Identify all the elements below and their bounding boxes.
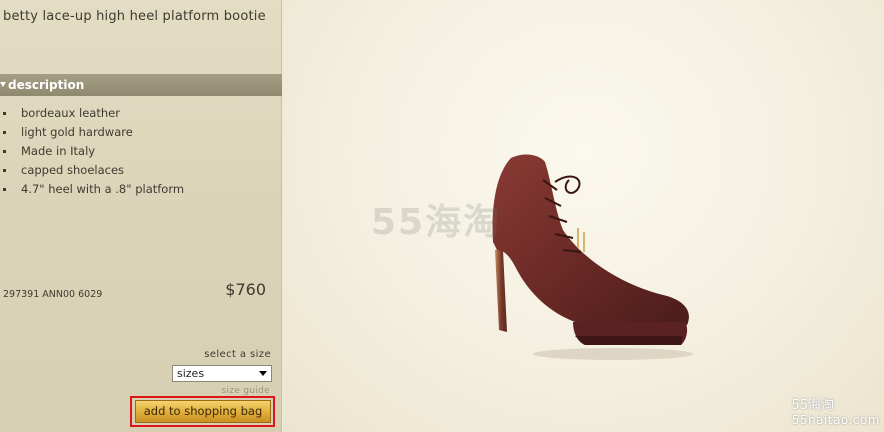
- add-to-shopping-bag-button[interactable]: add to shopping bag: [135, 400, 271, 423]
- watermark-bottom-logo: 55海淘: [791, 398, 834, 413]
- list-item: bordeaux leather: [0, 104, 184, 123]
- product-image[interactable]: [473, 150, 703, 365]
- watermark-center: 55海淘: [371, 202, 502, 243]
- bullet-icon: [3, 169, 6, 172]
- description-header-label: description: [8, 78, 85, 92]
- collapse-triangle-icon: [0, 82, 6, 87]
- bullet-icon: [3, 188, 6, 191]
- size-select-value: sizes: [177, 367, 205, 380]
- bullet-icon: [3, 131, 6, 134]
- description-header[interactable]: description: [0, 74, 282, 96]
- product-title: betty lace-up high heel platform bootie: [3, 9, 266, 24]
- product-sidebar: betty lace-up high heel platform bootie …: [0, 0, 282, 432]
- size-select[interactable]: sizes: [172, 365, 272, 382]
- bullet-icon: [3, 112, 6, 115]
- size-guide-link[interactable]: size guide: [222, 386, 270, 396]
- list-item: 4.7" heel with a .8" platform: [0, 180, 184, 199]
- dropdown-arrow-icon: [259, 371, 267, 376]
- bullet-icon: [3, 150, 6, 153]
- list-item: capped shoelaces: [0, 161, 184, 180]
- product-sku: 297391 ANN00 6029: [3, 289, 103, 300]
- product-price: $760: [225, 280, 266, 299]
- size-label: select a size: [204, 349, 271, 360]
- watermark-bottom-url: 55haitao.com: [791, 413, 880, 427]
- product-image-area: 55海淘 55海淘 55haitao.com: [283, 0, 884, 432]
- description-list: bordeaux leather light gold hardware Mad…: [0, 104, 184, 199]
- list-item: light gold hardware: [0, 123, 184, 142]
- list-item: Made in Italy: [0, 142, 184, 161]
